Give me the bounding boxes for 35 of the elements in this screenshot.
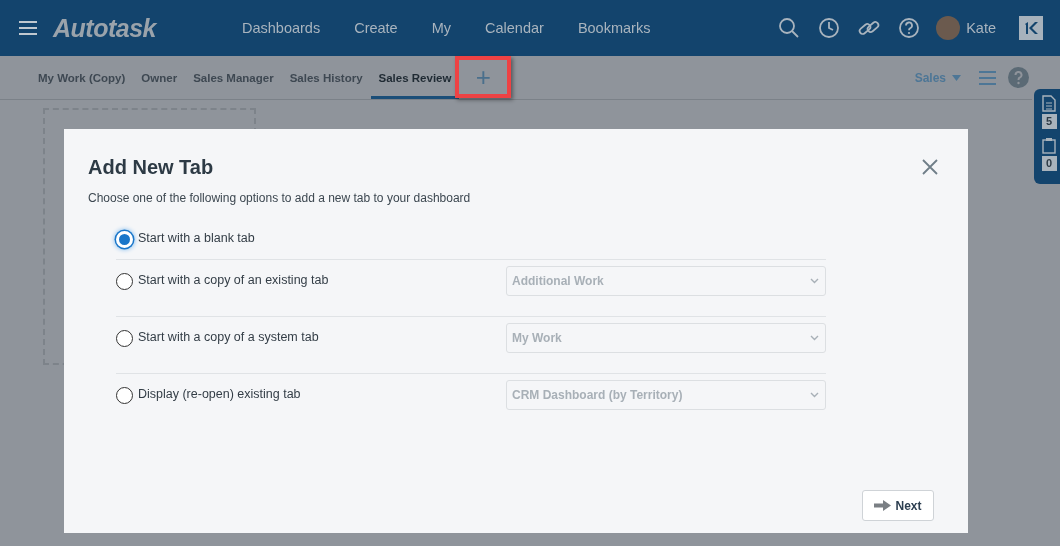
tab[interactable]: Sales Manager xyxy=(185,56,282,99)
nav-link[interactable]: Bookmarks xyxy=(577,20,651,36)
dialog-description: Choose one of the following options to add a new tab to your dashboard xyxy=(88,191,472,205)
clipboard-icon[interactable] xyxy=(1042,137,1056,154)
chevron-icon xyxy=(810,278,819,284)
nav-link[interactable]: Calendar xyxy=(485,20,544,36)
user-name[interactable]: Kate xyxy=(966,20,996,36)
help-icon[interactable] xyxy=(898,17,921,39)
arrow-icon xyxy=(874,500,892,511)
radio-button[interactable] xyxy=(116,330,133,347)
menu-icon[interactable] xyxy=(19,21,37,35)
search-icon[interactable] xyxy=(778,17,801,39)
radio-button[interactable] xyxy=(116,273,133,290)
nav-link[interactable]: My xyxy=(431,20,452,36)
option-label[interactable]: Display (re-open) existing tab xyxy=(138,387,301,401)
next-button[interactable]: Next xyxy=(862,490,934,521)
tab[interactable]: Sales History xyxy=(281,56,371,99)
option-label[interactable]: Start with a blank tab xyxy=(138,231,255,245)
clock-icon[interactable] xyxy=(818,17,841,39)
chevron-icon xyxy=(810,335,819,341)
nav-link[interactable]: Create xyxy=(354,20,398,36)
close-icon[interactable] xyxy=(922,159,938,175)
caret-icon xyxy=(952,74,961,81)
option-label[interactable]: Start with a copy of a system tab xyxy=(138,330,319,344)
count-badge: 0 xyxy=(1041,156,1057,171)
chevron-icon xyxy=(810,392,819,398)
tab[interactable]: Owner xyxy=(133,56,186,99)
nav-link[interactable]: Dashboards xyxy=(241,20,321,36)
dialog-title: Add New Tab xyxy=(88,155,214,179)
logo[interactable]: Autotask xyxy=(53,13,156,43)
option-label[interactable]: Start with a copy of an existing tab xyxy=(138,273,329,287)
tab[interactable]: My Work (Copy) xyxy=(30,56,134,99)
count-badge: 5 xyxy=(1041,114,1057,129)
radio-button[interactable] xyxy=(116,387,133,404)
document-icon[interactable] xyxy=(1042,95,1056,112)
